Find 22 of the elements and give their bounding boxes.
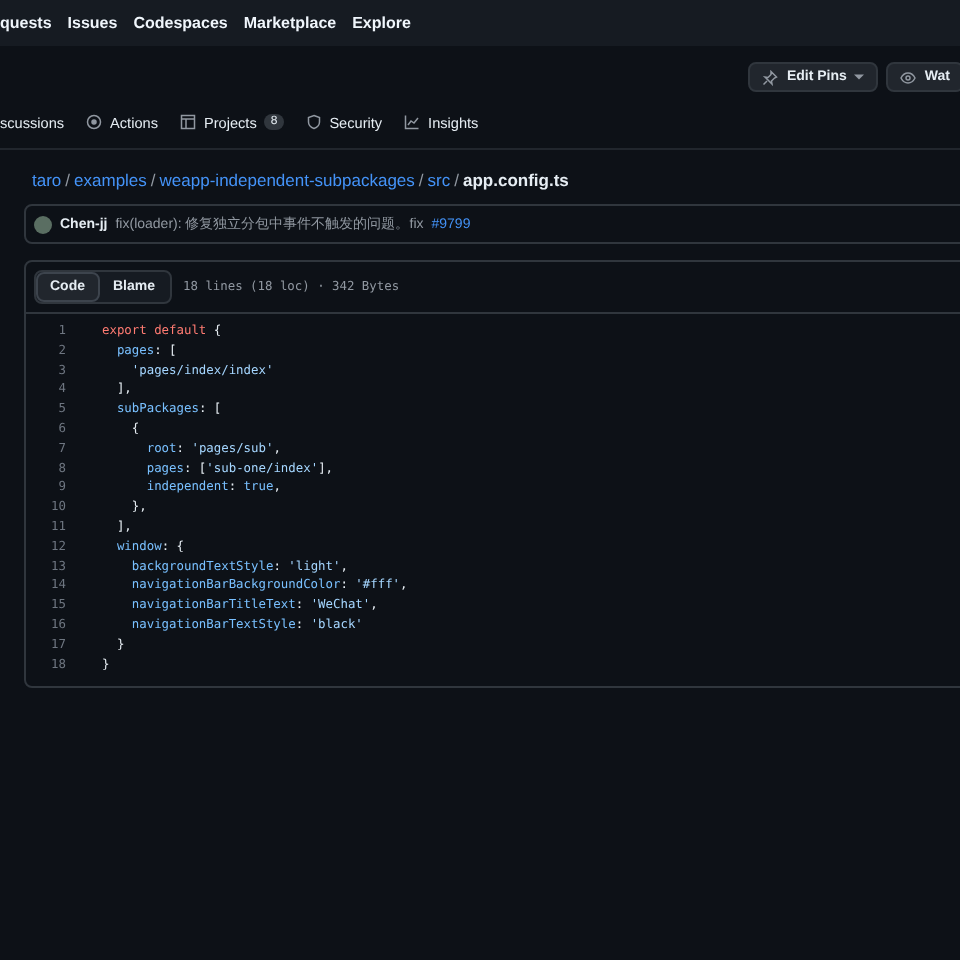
pin-icon: [762, 69, 779, 85]
graph-icon: [404, 114, 421, 130]
breadcrumb-link[interactable]: weapp-independent-subpackages: [159, 170, 415, 190]
path-separator: /: [150, 170, 156, 190]
breadcrumb-link[interactable]: taro: [32, 170, 62, 190]
breadcrumb-link[interactable]: app.config.ts: [463, 170, 569, 190]
nav-link[interactable]: Explore: [352, 14, 411, 32]
shield-icon: [305, 114, 322, 130]
breadcrumb-link[interactable]: examples: [74, 170, 147, 190]
nav-link[interactable]: quests: [0, 14, 52, 32]
table-icon: [179, 114, 196, 130]
path-separator: /: [454, 170, 459, 190]
nav-link[interactable]: Marketplace: [243, 14, 337, 32]
caret-icon: [854, 74, 865, 80]
path-separator: /: [65, 170, 71, 190]
breadcrumb-link[interactable]: src: [427, 170, 451, 190]
path-separator: /: [418, 170, 424, 190]
eye-icon: [900, 69, 917, 85]
play-circle-icon: [86, 114, 103, 130]
avatar: [34, 215, 52, 233]
nav-link[interactable]: Issues: [67, 14, 118, 32]
nav-link[interactable]: Codespaces: [133, 14, 228, 32]
